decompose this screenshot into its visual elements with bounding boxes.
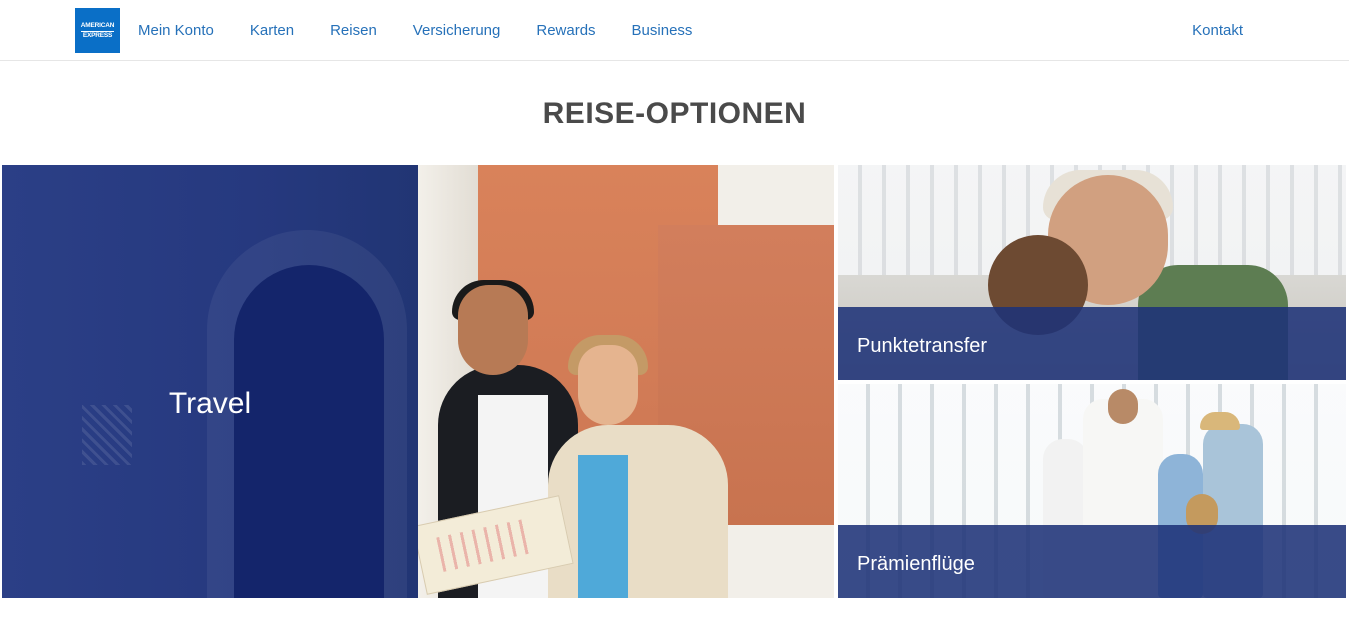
- photo-father-head: [1108, 389, 1138, 424]
- arch-doorway: [234, 265, 384, 598]
- logo-text-line1: AMERICAN: [80, 22, 114, 32]
- tile-travel[interactable]: Travel: [2, 165, 834, 598]
- tile-praemienfluege[interactable]: Prämienflüge: [838, 384, 1346, 598]
- photo-sun-hat: [1200, 412, 1240, 430]
- photo-woman-shirt: [578, 455, 628, 598]
- nav-mein-konto[interactable]: Mein Konto: [138, 22, 214, 39]
- couple-with-map-photo: [418, 165, 834, 598]
- main-nav: Mein Konto Karten Reisen Versicherung Re…: [138, 22, 728, 39]
- nav-reisen[interactable]: Reisen: [330, 22, 377, 39]
- nav-versicherung[interactable]: Versicherung: [413, 22, 501, 39]
- photo-woman-head: [578, 345, 638, 425]
- nav-rewards[interactable]: Rewards: [536, 22, 595, 39]
- tile-praemienfluege-label: Prämienflüge: [857, 553, 975, 575]
- tile-punktetransfer-label: Punktetransfer: [857, 335, 988, 357]
- photo-man-head: [458, 285, 528, 375]
- travel-background-image: Travel: [2, 165, 418, 598]
- top-navigation-bar: AMERICAN EXPRESS Mein Konto Karten Reise…: [0, 0, 1349, 61]
- contact-link[interactable]: Kontakt: [1192, 22, 1243, 39]
- tile-punktetransfer[interactable]: Punktetransfer: [838, 165, 1346, 380]
- page-title: REISE-OPTIONEN: [542, 97, 807, 130]
- photo-woman: [548, 425, 728, 598]
- nav-karten[interactable]: Karten: [250, 22, 294, 39]
- logo-text-line2: EXPRESS: [82, 31, 113, 39]
- tile-travel-label: Travel: [168, 387, 252, 420]
- nav-business[interactable]: Business: [632, 22, 693, 39]
- amex-logo[interactable]: AMERICAN EXPRESS: [75, 8, 120, 53]
